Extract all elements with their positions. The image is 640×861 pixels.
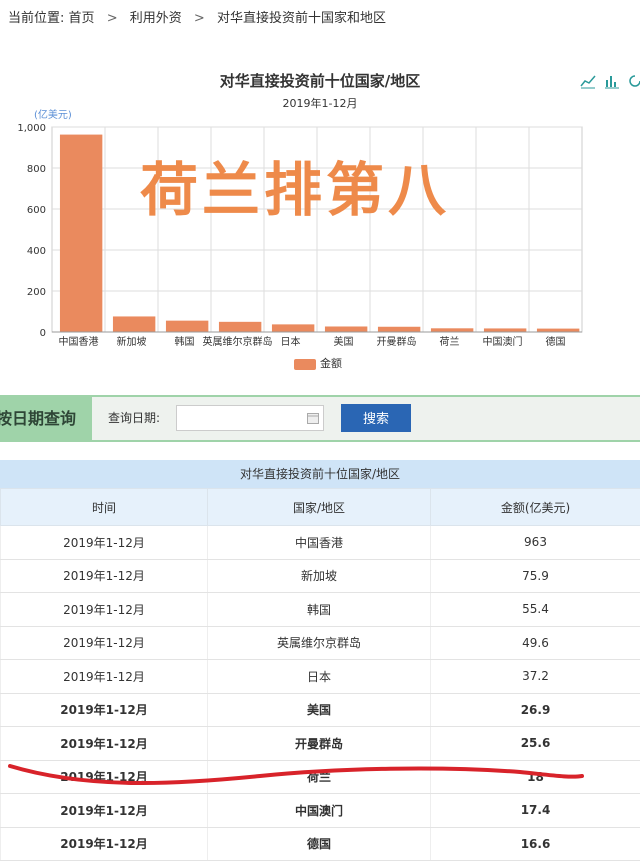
y-tick-label: 200 xyxy=(27,287,46,298)
cell-amount: 25.6 xyxy=(431,727,640,761)
x-tick-label: 英属维尔京群岛 xyxy=(203,335,273,348)
breadcrumb-foreign-capital[interactable]: 利用外资 xyxy=(130,11,182,26)
cell-amount: 49.6 xyxy=(431,626,640,660)
bar xyxy=(537,329,579,332)
cell-time: 2019年1-12月 xyxy=(1,794,208,828)
table-row: 2019年1-12月中国澳门17.4 xyxy=(1,794,640,828)
cell-time: 2019年1-12月 xyxy=(1,660,208,694)
cell-region: 美国 xyxy=(208,693,431,727)
table-row: 2019年1-12月开曼群岛25.6 xyxy=(1,727,640,761)
x-tick-label: 中国香港 xyxy=(59,335,99,348)
table-row: 2019年1-12月德国16.6 xyxy=(1,827,640,861)
table-row: 2019年1-12月新加坡75.9 xyxy=(1,559,640,593)
bar xyxy=(272,324,314,332)
y-tick-label: 1,000 xyxy=(17,123,46,134)
cell-time: 2019年1-12月 xyxy=(1,827,208,861)
bar xyxy=(431,328,473,332)
data-table-panel: 对华直接投资前十位国家/地区 时间 国家/地区 金额(亿美元) 2019年1-1… xyxy=(0,460,640,861)
bar xyxy=(60,135,102,332)
cell-amount: 55.4 xyxy=(431,593,640,627)
x-tick-label: 荷兰 xyxy=(440,335,460,348)
bar xyxy=(219,322,261,332)
cell-time: 2019年1-12月 xyxy=(1,593,208,627)
cell-amount: 17.4 xyxy=(431,794,640,828)
column-header-amount: 金额(亿美元) xyxy=(431,489,640,526)
legend-label: 金额 xyxy=(320,357,342,370)
cell-amount: 16.6 xyxy=(431,827,640,861)
x-tick-label: 新加坡 xyxy=(117,335,147,348)
cell-region: 新加坡 xyxy=(208,559,431,593)
y-tick-label: 600 xyxy=(27,205,46,216)
breadcrumb-home[interactable]: 首页 xyxy=(69,11,95,26)
x-tick-label: 中国澳门 xyxy=(483,335,523,348)
table-row: 2019年1-12月日本37.2 xyxy=(1,660,640,694)
table-row: 2019年1-12月美国26.9 xyxy=(1,693,640,727)
y-tick-label: 800 xyxy=(27,164,46,175)
cell-amount: 37.2 xyxy=(431,660,640,694)
cell-region: 荷兰 xyxy=(208,760,431,794)
bar xyxy=(113,316,155,332)
chart-panel: 对华直接投资前十位国家/地区 2019年1-12月 (亿美元)020040060… xyxy=(0,40,640,385)
table-row: 2019年1-12月英属维尔京群岛49.6 xyxy=(1,626,640,660)
x-tick-label: 开曼群岛 xyxy=(377,335,417,348)
breadcrumb-separator: > xyxy=(107,0,118,38)
search-button[interactable]: 搜索 xyxy=(341,404,411,432)
query-title: 按日期查询 xyxy=(0,397,92,440)
table-row: 2019年1-12月荷兰18 xyxy=(1,760,640,794)
cell-time: 2019年1-12月 xyxy=(1,760,208,794)
bar xyxy=(166,321,208,332)
cell-amount: 26.9 xyxy=(431,693,640,727)
table-caption: 对华直接投资前十位国家/地区 xyxy=(0,460,640,488)
bar xyxy=(484,328,526,332)
table-row: 2019年1-12月韩国55.4 xyxy=(1,593,640,627)
overlay-annotation: 荷兰排第八 xyxy=(140,143,450,227)
cell-amount: 963 xyxy=(431,526,640,560)
cell-time: 2019年1-12月 xyxy=(1,526,208,560)
cell-time: 2019年1-12月 xyxy=(1,559,208,593)
bar xyxy=(378,327,420,332)
cell-amount: 75.9 xyxy=(431,559,640,593)
breadcrumb-separator: > xyxy=(194,0,205,38)
cell-region: 英属维尔京群岛 xyxy=(208,626,431,660)
cell-region: 德国 xyxy=(208,827,431,861)
cell-region: 开曼群岛 xyxy=(208,727,431,761)
cell-time: 2019年1-12月 xyxy=(1,693,208,727)
cell-amount: 18 xyxy=(431,760,640,794)
calendar-icon[interactable] xyxy=(307,412,319,424)
date-query-bar: 按日期查询 查询日期: 搜索 xyxy=(0,395,640,442)
chart-legend[interactable]: 金额 xyxy=(294,355,342,371)
table-row: 2019年1-12月中国香港963 xyxy=(1,526,640,560)
x-tick-label: 日本 xyxy=(281,335,301,348)
x-tick-label: 德国 xyxy=(546,335,566,348)
x-tick-label: 韩国 xyxy=(175,335,195,348)
legend-swatch xyxy=(294,359,316,370)
cell-region: 韩国 xyxy=(208,593,431,627)
x-tick-label: 美国 xyxy=(334,335,354,348)
cell-region: 日本 xyxy=(208,660,431,694)
cell-region: 中国香港 xyxy=(208,526,431,560)
column-header-time: 时间 xyxy=(1,489,208,526)
bar xyxy=(325,326,367,332)
cell-time: 2019年1-12月 xyxy=(1,727,208,761)
y-tick-label: 400 xyxy=(27,246,46,257)
breadcrumb-current: 对华直接投资前十国家和地区 xyxy=(217,0,386,38)
breadcrumb-prefix: 当前位置: xyxy=(8,0,64,38)
y-tick-label: 0 xyxy=(40,328,46,339)
y-axis-label: (亿美元) xyxy=(34,108,72,121)
data-table: 时间 国家/地区 金额(亿美元) 2019年1-12月中国香港9632019年1… xyxy=(0,488,640,861)
cell-time: 2019年1-12月 xyxy=(1,626,208,660)
query-date-input[interactable] xyxy=(176,405,324,431)
column-header-region: 国家/地区 xyxy=(208,489,431,526)
cell-region: 中国澳门 xyxy=(208,794,431,828)
breadcrumb: 当前位置: 首页 > 利用外资 > 对华直接投资前十国家和地区 xyxy=(0,0,640,38)
query-date-label: 查询日期: xyxy=(108,397,160,440)
